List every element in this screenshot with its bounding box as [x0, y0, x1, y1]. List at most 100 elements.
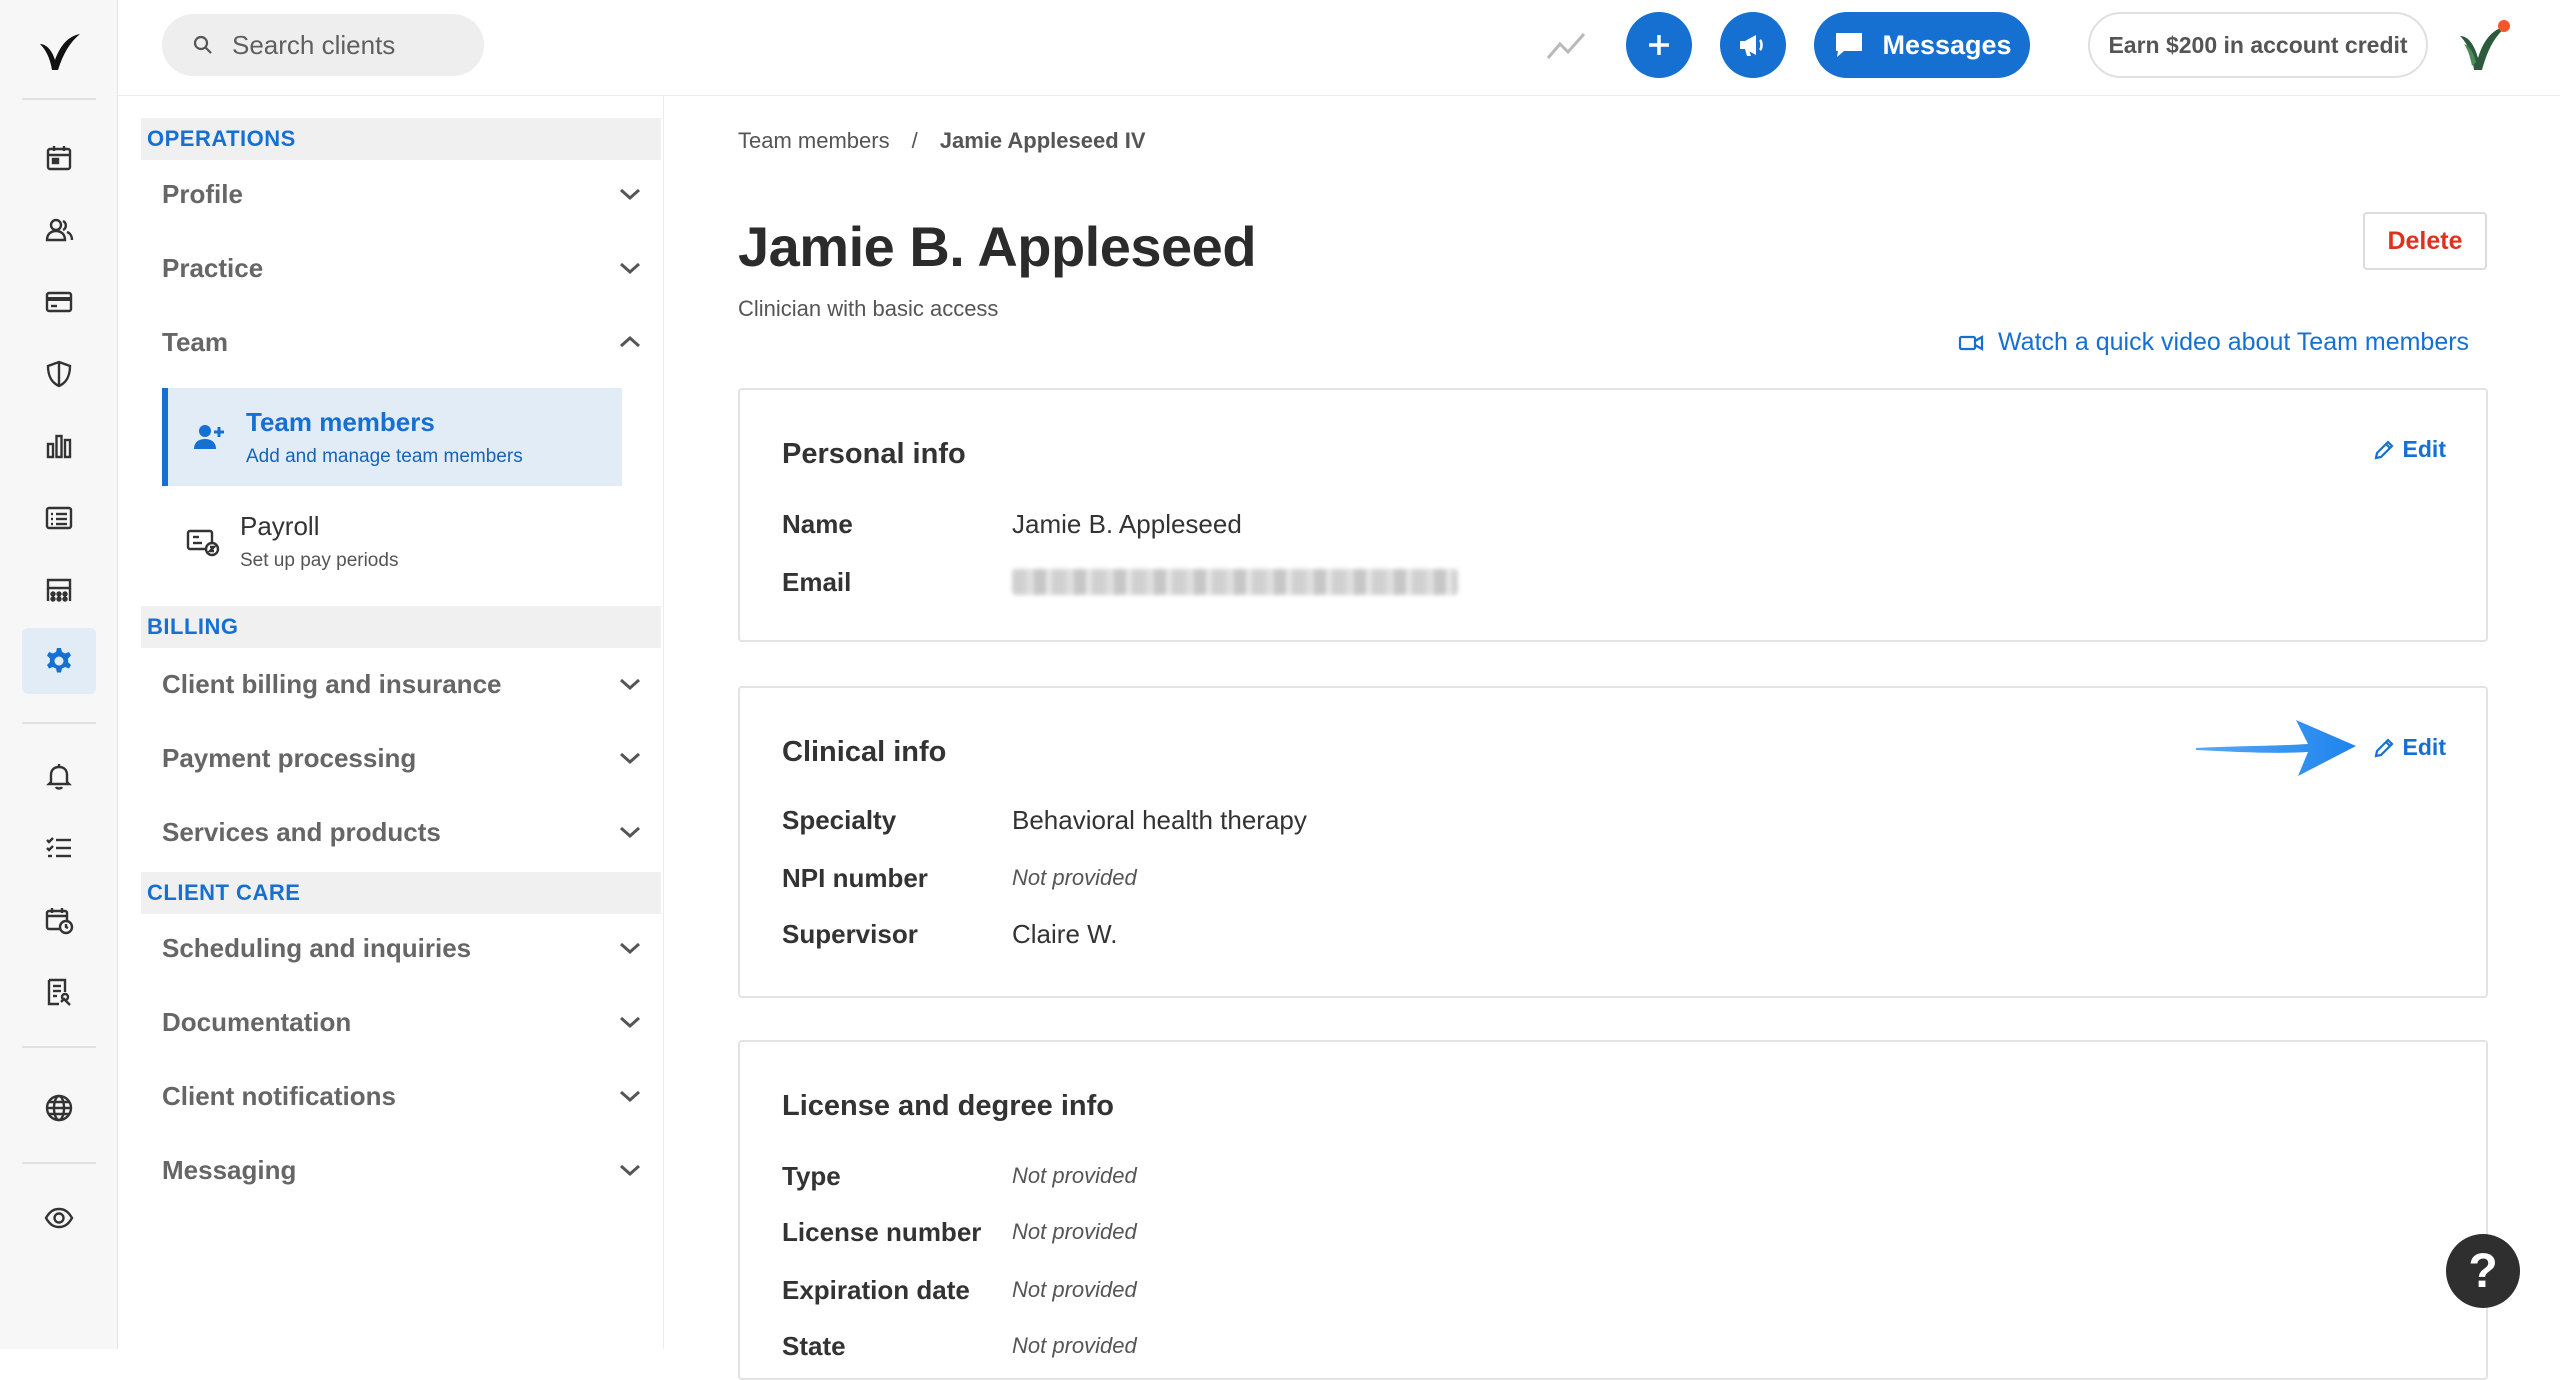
search-input[interactable] [232, 29, 472, 61]
field-state: State Not provided [782, 1326, 1137, 1366]
nav-profile[interactable]: Profile [162, 162, 642, 226]
clients-icon[interactable] [39, 210, 79, 250]
bar-chart-icon[interactable] [39, 426, 79, 466]
account-credit-button[interactable]: Earn $200 in account credit [2088, 12, 2428, 78]
field-name: Name Jamie B. Appleseed [782, 504, 1242, 544]
gear-icon[interactable] [22, 628, 96, 694]
shield-icon[interactable] [39, 354, 79, 394]
section-billing: BILLING [141, 606, 661, 648]
field-specialty-value: Behavioral health therapy [1012, 804, 1307, 835]
nav-team[interactable]: Team [162, 310, 642, 374]
eye-icon[interactable] [39, 1198, 79, 1238]
help-button[interactable]: ? [2446, 1234, 2520, 1308]
breadcrumb-parent-link[interactable]: Team members [738, 128, 890, 154]
chevron-down-icon [620, 826, 640, 839]
field-license-number-label: License number [782, 1216, 982, 1247]
chevron-down-icon [620, 188, 640, 201]
calendar-icon[interactable] [39, 138, 79, 178]
field-email-label: Email [782, 566, 852, 597]
marketplace-icon[interactable] [39, 570, 79, 610]
chat-icon [1836, 33, 1863, 57]
section-operations: OPERATIONS [141, 118, 661, 160]
nav-services-products[interactable]: Services and products [162, 800, 642, 864]
messages-button[interactable]: Messages [1814, 12, 2030, 78]
field-npi-value: Not provided [1012, 865, 1137, 890]
personal-info-card: Personal info Edit Name Jamie B. Applese… [738, 388, 2488, 642]
field-expiration-date: Expiration date Not provided [782, 1270, 1137, 1310]
megaphone-icon [1740, 35, 1763, 56]
subnav-team-members-desc: Add and manage team members [246, 445, 523, 467]
video-icon [1958, 334, 1984, 351]
section-client-care: CLIENT CARE [141, 872, 661, 914]
announcements-button[interactable] [1720, 12, 1786, 78]
globe-icon[interactable] [39, 1088, 79, 1128]
nav-messaging[interactable]: Messaging [162, 1138, 642, 1202]
subnav-payroll-title: Payroll [240, 510, 320, 541]
nav-messaging-label: Messaging [162, 1154, 297, 1185]
billing-card-icon[interactable] [39, 282, 79, 322]
nav-payment-processing[interactable]: Payment processing [162, 726, 642, 790]
nav-client-notifications[interactable]: Client notifications [162, 1064, 642, 1128]
field-specialty-label: Specialty [782, 804, 897, 835]
nav-scheduling-label: Scheduling and inquiries [162, 932, 472, 963]
pencil-icon [2374, 439, 2394, 459]
video-link[interactable]: Watch a quick video about Team members [1958, 328, 2469, 357]
page-title: Jamie B. Appleseed [738, 215, 1257, 278]
nav-services-products-label: Services and products [162, 816, 441, 847]
nav-client-billing[interactable]: Client billing and insurance [162, 652, 642, 716]
chevron-down-icon [620, 1090, 640, 1103]
nav-documentation[interactable]: Documentation [162, 990, 642, 1054]
avatar-logo-icon[interactable] [2452, 16, 2516, 76]
search-icon [193, 35, 212, 54]
field-state-label: State [782, 1330, 846, 1361]
account-credit-label: Earn $200 in account credit [2108, 31, 2408, 58]
field-supervisor-label: Supervisor [782, 918, 918, 949]
chevron-down-icon [620, 262, 640, 275]
document-icon[interactable] [39, 972, 79, 1012]
nav-scheduling[interactable]: Scheduling and inquiries [162, 916, 642, 980]
calendar-clock-icon[interactable] [39, 900, 79, 940]
chevron-down-icon [620, 678, 640, 691]
clinical-edit-button[interactable]: Edit [2373, 734, 2446, 761]
top-bar: Messages Earn $200 in account credit [118, 0, 2560, 96]
breadcrumb-current: Jamie Appleseed IV [939, 128, 1146, 153]
field-name-label: Name [782, 508, 853, 539]
personal-edit-button[interactable]: Edit [2373, 436, 2446, 463]
nav-practice[interactable]: Practice [162, 236, 642, 300]
subnav-payroll-desc: Set up pay periods [240, 549, 399, 571]
list-icon[interactable] [39, 498, 79, 538]
field-email: Email [782, 562, 1458, 602]
rail-divider [22, 1046, 96, 1048]
license-info-card: License and degree info Type Not provide… [738, 1040, 2488, 1380]
field-license-type: Type Not provided [782, 1156, 1137, 1196]
rail-divider [22, 722, 96, 724]
field-name-value: Jamie B. Appleseed [1012, 508, 1242, 539]
subnav-payroll[interactable]: Payroll Set up pay periods [162, 492, 622, 590]
plus-icon [1649, 35, 1669, 55]
clinical-info-title: Clinical info [782, 736, 947, 768]
field-license-type-label: Type [782, 1160, 841, 1191]
add-button[interactable] [1626, 12, 1692, 78]
field-npi-label: NPI number [782, 862, 928, 893]
messages-label: Messages [1882, 29, 2012, 60]
icon-rail [0, 0, 118, 1349]
field-license-number: License number Not provided [782, 1212, 1137, 1252]
email-redacted [1012, 569, 1458, 595]
chevron-down-icon [620, 752, 640, 765]
bell-icon[interactable] [39, 756, 79, 796]
logo-icon[interactable] [36, 30, 82, 74]
chevron-down-icon [620, 942, 640, 955]
nav-team-label: Team [162, 326, 228, 357]
page-subtitle: Clinician with basic access [738, 296, 999, 321]
checklist-icon[interactable] [39, 828, 79, 868]
trend-icon[interactable] [1544, 26, 1588, 64]
rail-divider [22, 98, 96, 100]
field-license-number-value: Not provided [1012, 1219, 1137, 1244]
breadcrumb: Team members / Jamie Appleseed IV [738, 128, 1146, 154]
field-supervisor: Supervisor Claire W. [782, 914, 1117, 954]
nav-profile-label: Profile [162, 178, 243, 209]
delete-button[interactable]: Delete [2363, 212, 2487, 270]
field-state-value: Not provided [1012, 1333, 1137, 1358]
search-box[interactable] [162, 14, 484, 76]
subnav-team-members[interactable]: Team members Add and manage team members [162, 388, 622, 486]
